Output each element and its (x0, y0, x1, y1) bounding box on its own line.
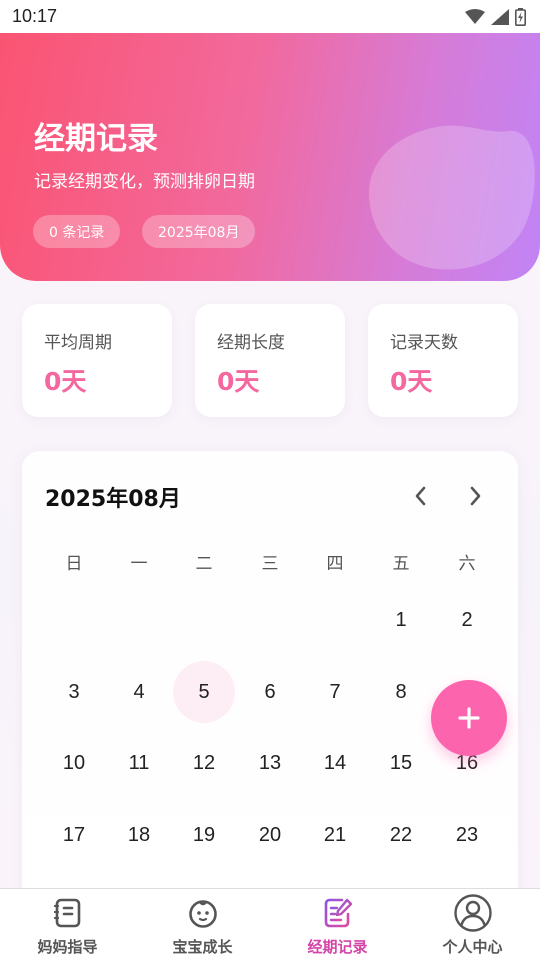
calendar-day-today[interactable]: 5 (173, 661, 235, 723)
stat-label: 平均周期 (44, 333, 112, 353)
status-time: 10:17 (12, 6, 58, 26)
wifi-icon (465, 8, 485, 24)
calendar-day[interactable]: 11 (108, 732, 170, 794)
stat-label: 记录天数 (390, 333, 458, 353)
calendar-day[interactable]: 13 (239, 732, 301, 794)
stat-label: 经期长度 (217, 333, 285, 353)
status-icons (465, 7, 526, 26)
user-profile-icon (453, 894, 492, 932)
baby-face-icon (188, 900, 217, 928)
stat-value: 0天 (217, 367, 260, 396)
edit-note-icon (324, 898, 352, 928)
decorative-blob (368, 125, 535, 270)
signal-icon (491, 8, 509, 25)
stat-value: 0天 (44, 367, 87, 396)
tab-baby-growth[interactable]: 宝宝成长 (135, 889, 270, 960)
battery-icon (515, 7, 526, 26)
calendar-day[interactable]: 14 (304, 732, 366, 794)
weekday-label: 六 (458, 554, 476, 574)
calendar-day[interactable]: 19 (173, 804, 235, 866)
stat-value: 0天 (390, 367, 433, 396)
calendar-day[interactable]: 3 (43, 661, 105, 723)
status-bar: 10:17 (0, 0, 540, 33)
tab-mom-guide[interactable]: 妈妈指导 (0, 889, 135, 960)
tab-period-record[interactable]: 经期记录 (270, 889, 405, 960)
weekday-label: 日 (65, 554, 83, 574)
calendar-day[interactable]: 12 (173, 732, 235, 794)
tab-label: 妈妈指导 (37, 938, 98, 956)
weekday-label: 四 (326, 554, 344, 574)
weekday-label: 一 (130, 554, 148, 574)
calendar-day[interactable]: 6 (239, 661, 301, 723)
stat-card-period-length: 经期长度 0天 (195, 304, 345, 417)
calendar-day[interactable]: 18 (108, 804, 170, 866)
weekday-label: 二 (195, 554, 213, 574)
calendar-day[interactable]: 8 (370, 661, 432, 723)
calendar-day[interactable]: 10 (43, 732, 105, 794)
weekday-label: 五 (392, 554, 410, 574)
chevron-left-icon (415, 486, 426, 506)
header-banner: 经期记录 记录经期变化，预测排卵日期 0 条记录 2025年08月 (0, 33, 540, 281)
calendar-day[interactable]: 17 (43, 804, 105, 866)
stat-card-record-days: 记录天数 0天 (368, 304, 518, 417)
page-subtitle: 记录经期变化，预测排卵日期 (34, 172, 255, 192)
stat-card-average-cycle: 平均周期 0天 (22, 304, 172, 417)
calendar-day[interactable]: 4 (108, 661, 170, 723)
tab-label: 宝宝成长 (172, 938, 233, 956)
calendar-day[interactable]: 2 (436, 589, 498, 651)
calendar-day[interactable]: 21 (304, 804, 366, 866)
tab-label: 经期记录 (307, 938, 368, 956)
notebook-icon (53, 898, 80, 928)
calendar-day[interactable]: 1 (370, 589, 432, 651)
tab-label: 个人中心 (442, 938, 503, 956)
plus-icon (458, 707, 480, 729)
calendar-day[interactable]: 7 (304, 661, 366, 723)
calendar-month-title: 2025年08月 (45, 487, 181, 512)
chevron-right-icon (470, 486, 481, 506)
calendar-day[interactable]: 15 (370, 732, 432, 794)
bottom-tab-bar: 妈妈指导 宝宝成长 经期记录 个人中心 (0, 888, 540, 960)
previous-month-button[interactable] (406, 481, 436, 511)
next-month-button[interactable] (460, 481, 490, 511)
current-month-badge: 2025年08月 (142, 215, 256, 248)
add-record-button[interactable] (431, 680, 507, 756)
calendar-day[interactable]: 23 (436, 804, 498, 866)
page-title: 经期记录 (34, 121, 158, 157)
weekday-label: 三 (261, 554, 279, 574)
tab-profile[interactable]: 个人中心 (405, 889, 540, 960)
calendar-day[interactable]: 22 (370, 804, 432, 866)
calendar-card: 2025年08月 日一二三四五六 12345678910111213141516… (22, 451, 518, 911)
calendar-day[interactable]: 20 (239, 804, 301, 866)
records-count-badge: 0 条记录 (33, 215, 121, 248)
